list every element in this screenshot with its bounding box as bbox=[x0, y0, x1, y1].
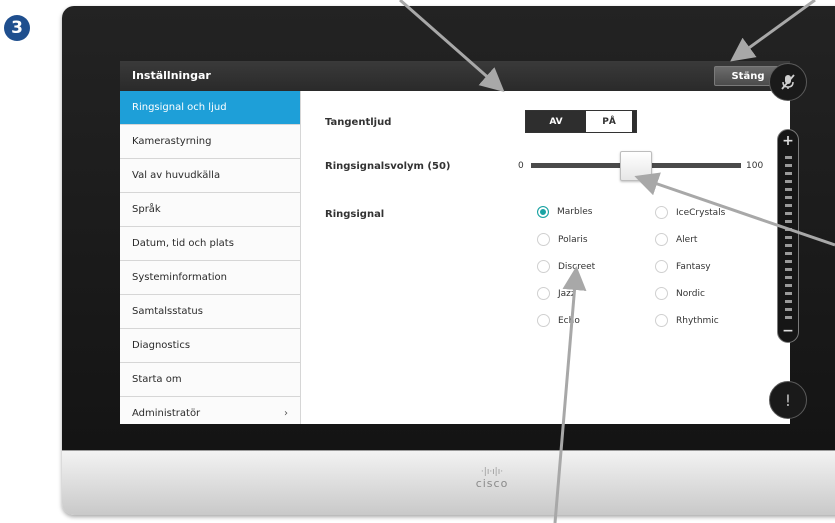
mute-button[interactable] bbox=[769, 63, 807, 101]
volume-level-segment bbox=[785, 172, 792, 175]
volume-level-segment bbox=[785, 228, 792, 231]
ringtone-label: Ringsignal bbox=[325, 209, 385, 220]
volume-level-segment bbox=[785, 196, 792, 199]
sidebar-item-label: Samtalsstatus bbox=[132, 306, 203, 317]
settings-sidebar: Ringsignal och ljud Kamerastyrning Val a… bbox=[120, 91, 301, 424]
sidebar-item-call-status[interactable]: Samtalsstatus bbox=[120, 295, 300, 329]
cisco-wordmark: cisco bbox=[475, 477, 509, 490]
sidebar-item-diagnostics[interactable]: Diagnostics bbox=[120, 329, 300, 363]
ringtone-option-label: Alert bbox=[676, 234, 698, 245]
step-number-badge: 3 bbox=[4, 15, 30, 41]
cisco-logo: ·|ı·ı|ı· cisco bbox=[462, 466, 522, 490]
sidebar-item-restart[interactable]: Starta om bbox=[120, 363, 300, 397]
sidebar-item-system-info[interactable]: Systeminformation bbox=[120, 261, 300, 295]
volume-control[interactable]: + − bbox=[777, 129, 799, 343]
ringtone-option-discreet[interactable]: Discreet bbox=[537, 260, 595, 273]
ringtone-volume-label: Ringsignalsvolym (50) bbox=[325, 161, 451, 172]
touch-screen: Inställningar Stäng Ringsignal och ljud … bbox=[120, 61, 790, 424]
ringtone-option-rhythmic[interactable]: Rhythmic bbox=[655, 314, 719, 327]
settings-content: Tangentljud AV PÅ Ringsignalsvolym (50) … bbox=[301, 91, 790, 424]
keytones-toggle[interactable]: AV PÅ bbox=[525, 110, 637, 133]
chevron-right-icon: › bbox=[284, 408, 288, 419]
window-title: Inställningar bbox=[132, 69, 211, 82]
volume-level-segment bbox=[785, 252, 792, 255]
sidebar-item-label: Starta om bbox=[132, 374, 182, 385]
radio-button-icon[interactable] bbox=[537, 314, 550, 327]
ringtone-option-label: Marbles bbox=[557, 207, 593, 217]
radio-button-icon[interactable] bbox=[655, 314, 668, 327]
ringtone-option-label: Fantasy bbox=[676, 261, 711, 272]
volume-level-segment bbox=[785, 156, 792, 159]
ringtone-option-alert[interactable]: Alert bbox=[655, 233, 697, 246]
sidebar-item-label: Systeminformation bbox=[132, 272, 228, 283]
alert-button[interactable]: ! bbox=[769, 381, 807, 419]
sidebar-item-label: Datum, tid och plats bbox=[132, 238, 234, 249]
title-bar: Inställningar Stäng bbox=[120, 61, 790, 91]
keytones-label: Tangentljud bbox=[325, 117, 392, 128]
volume-level-segment bbox=[785, 300, 792, 303]
radio-button-icon[interactable] bbox=[537, 287, 550, 300]
volume-level-segment bbox=[785, 236, 792, 239]
ringtone-option-label: Echo bbox=[558, 315, 580, 326]
radio-button-icon[interactable] bbox=[537, 206, 549, 218]
keytones-on-option[interactable]: PÅ bbox=[586, 111, 636, 132]
device-base: ·|ı·ı|ı· cisco bbox=[62, 450, 835, 515]
radio-button-icon[interactable] bbox=[655, 233, 668, 246]
radio-button-icon[interactable] bbox=[655, 287, 668, 300]
volume-level-segment bbox=[785, 212, 792, 215]
device-frame: Inställningar Stäng Ringsignal och ljud … bbox=[62, 6, 835, 515]
volume-level-segment bbox=[785, 284, 792, 287]
ringtone-option-label: Polaris bbox=[558, 234, 588, 245]
volume-level-segment bbox=[785, 164, 792, 167]
radio-button-icon[interactable] bbox=[655, 260, 668, 273]
sidebar-item-main-source[interactable]: Val av huvudkälla bbox=[120, 159, 300, 193]
radio-button-icon[interactable] bbox=[537, 233, 550, 246]
sidebar-item-label: Språk bbox=[132, 204, 161, 215]
sidebar-item-camera-control[interactable]: Kamerastyrning bbox=[120, 125, 300, 159]
volume-level-segment bbox=[785, 260, 792, 263]
keytones-off-option[interactable]: AV bbox=[526, 111, 586, 132]
volume-level-segment bbox=[785, 292, 792, 295]
sidebar-item-label: Kamerastyrning bbox=[132, 136, 212, 147]
volume-level-segment bbox=[785, 220, 792, 223]
sidebar-item-language[interactable]: Språk bbox=[120, 193, 300, 227]
ringtone-option-label: IceCrystals bbox=[676, 207, 726, 218]
ringtone-option-polaris[interactable]: Polaris bbox=[537, 233, 588, 246]
volume-level-segment bbox=[785, 316, 792, 319]
ringtone-option-echo[interactable]: Echo bbox=[537, 314, 580, 327]
ringtone-option-label: Discreet bbox=[558, 261, 596, 272]
volume-level-segment bbox=[785, 308, 792, 311]
volume-level-segment bbox=[785, 188, 792, 191]
volume-up-icon[interactable]: + bbox=[778, 133, 798, 149]
ringtone-option-label: Nordic bbox=[676, 288, 705, 299]
sidebar-item-date-time-place[interactable]: Datum, tid och plats bbox=[120, 227, 300, 261]
ringtone-option-marbles[interactable]: Marbles bbox=[537, 206, 592, 218]
volume-level-segment bbox=[785, 276, 792, 279]
slider-max-label: 100 bbox=[746, 161, 764, 171]
volume-level-segment bbox=[785, 180, 792, 183]
ringtone-volume-slider-handle[interactable] bbox=[620, 151, 652, 181]
volume-level-segment bbox=[785, 268, 792, 271]
sidebar-item-label: Diagnostics bbox=[132, 340, 191, 351]
volume-down-icon[interactable]: − bbox=[778, 323, 798, 339]
sidebar-item-label: Val av huvudkälla bbox=[132, 170, 221, 181]
volume-level-segment bbox=[785, 204, 792, 207]
ringtone-option-icecrystals[interactable]: IceCrystals bbox=[655, 206, 725, 219]
ringtone-option-nordic[interactable]: Nordic bbox=[655, 287, 705, 300]
sidebar-item-label: Ringsignal och ljud bbox=[132, 102, 227, 113]
ringtone-option-label: Rhythmic bbox=[676, 315, 719, 326]
ringtone-option-fantasy[interactable]: Fantasy bbox=[655, 260, 711, 273]
radio-button-icon[interactable] bbox=[655, 206, 668, 219]
sidebar-item-administrator[interactable]: Administratör › bbox=[120, 397, 300, 424]
ringtone-option-label: Jazz bbox=[558, 288, 576, 299]
sidebar-item-ringtones-and-sound[interactable]: Ringsignal och ljud bbox=[120, 91, 300, 125]
volume-level-segment bbox=[785, 244, 792, 247]
microphone-muted-icon bbox=[781, 74, 795, 90]
slider-min-label: 0 bbox=[518, 161, 524, 171]
sidebar-item-label: Administratör bbox=[132, 408, 201, 419]
radio-button-icon[interactable] bbox=[537, 260, 550, 273]
ringtone-option-jazz[interactable]: Jazz bbox=[537, 287, 576, 300]
